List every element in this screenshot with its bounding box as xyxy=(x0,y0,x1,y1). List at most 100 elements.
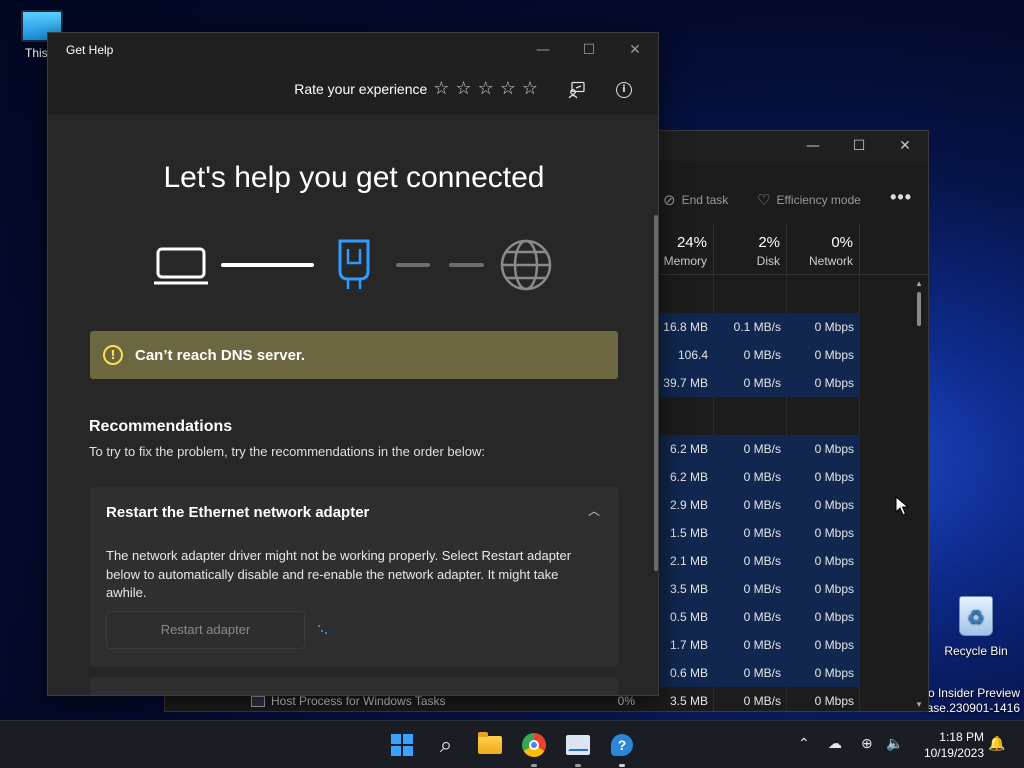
rate-label: Rate your experience xyxy=(294,81,428,97)
leaf-icon: ♡ xyxy=(757,191,771,209)
chrome-button[interactable] xyxy=(518,729,550,767)
file-explorer-button[interactable] xyxy=(474,729,506,761)
network-cell: 0 Mbps xyxy=(787,313,860,341)
close-icon[interactable]: ✕ xyxy=(612,33,658,67)
network-cell: 0 Mbps xyxy=(787,659,860,687)
disk-column-header[interactable]: 2% Disk xyxy=(714,225,787,275)
disk-cell: 0 MB/s xyxy=(714,575,787,603)
memory-cell: 1.5 MB xyxy=(659,519,714,547)
task-manager-scrollbar[interactable]: ▲ ▼ xyxy=(914,279,924,709)
network-cell: 0 Mbps xyxy=(787,575,860,603)
watermark-line-1: ro Insider Preview xyxy=(923,686,1020,700)
maximize-icon[interactable]: ☐ xyxy=(836,131,882,161)
get-help-icon: ? xyxy=(611,734,633,756)
search-icon: ⌕ xyxy=(439,732,453,758)
get-help-scrollbar[interactable] xyxy=(654,215,658,571)
globe-icon[interactable]: ⊕ xyxy=(861,735,873,752)
recycle-bin-desktop-icon[interactable]: Recycle Bin xyxy=(940,596,1012,658)
disk-cell: 0 MB/s xyxy=(714,491,787,519)
memory-cell: 0.6 MB xyxy=(659,659,714,687)
network-cell: 0 Mbps xyxy=(814,694,854,708)
scroll-up-icon[interactable]: ▲ xyxy=(914,279,924,288)
close-icon[interactable]: ✕ xyxy=(882,131,928,161)
page-title: Let's help you get connected xyxy=(163,161,545,194)
clock[interactable]: 1:18 PM 10/19/2023 xyxy=(914,729,984,761)
efficiency-mode-label: Efficiency mode xyxy=(776,193,861,207)
windows-logo-icon xyxy=(391,734,413,756)
star-4-icon[interactable]: ☆ xyxy=(500,80,516,98)
end-task-label: End task xyxy=(681,193,729,207)
get-help-content: Let's help you get connected ! Can’t rea… xyxy=(48,115,658,695)
disk-cell: 0 MB/s xyxy=(714,631,787,659)
minimize-icon[interactable]: — xyxy=(790,131,836,161)
search-button[interactable]: ⌕ xyxy=(430,729,462,761)
speaker-muted-icon[interactable]: 🔈 xyxy=(886,735,903,752)
next-recommendation-card[interactable] xyxy=(90,677,618,695)
star-2-icon[interactable]: ☆ xyxy=(455,80,471,98)
disk-cell: 0 MB/s xyxy=(714,341,787,369)
disk-cell: 0 MB/s xyxy=(714,659,787,687)
taskbar: ⌕ ? ⌃ ☁ ⊕ 🔈 1:18 PM 10/19/2023 🔔 xyxy=(0,720,1024,768)
mouse-cursor-icon xyxy=(895,496,909,516)
task-manager-button[interactable] xyxy=(562,729,594,767)
network-cell: 0 Mbps xyxy=(787,369,860,397)
chevron-up-icon[interactable]: ︿ xyxy=(588,502,600,519)
onedrive-icon[interactable]: ☁ xyxy=(828,735,842,752)
network-column-header[interactable]: 0% Network xyxy=(787,225,860,275)
star-1-icon[interactable]: ☆ xyxy=(433,80,449,98)
window-title: Get Help xyxy=(66,43,114,57)
card-title[interactable]: Restart the Ethernet network adapter xyxy=(106,504,369,521)
minimize-icon[interactable]: — xyxy=(520,33,566,67)
dns-error-alert: ! Can’t reach DNS server. xyxy=(90,331,618,379)
network-percent: 0% xyxy=(831,234,853,251)
info-icon[interactable]: i xyxy=(611,78,637,102)
memory-column-header[interactable]: 24% Memory xyxy=(659,225,714,275)
disk-cell: 0 MB/s xyxy=(714,519,787,547)
cpu-cell: 0% xyxy=(617,694,635,708)
disk-cell: 0 MB/s xyxy=(714,435,787,463)
warning-icon: ! xyxy=(103,345,123,365)
disk-label: Disk xyxy=(756,254,780,268)
card-description: The network adapter driver might not be … xyxy=(106,548,572,600)
efficiency-mode-button[interactable]: ♡ Efficiency mode xyxy=(757,191,861,209)
memory-cell: 6.2 MB xyxy=(659,435,714,463)
get-help-button[interactable]: ? xyxy=(606,729,638,767)
memory-cell: 106.4 MB xyxy=(659,341,714,390)
feedback-icon[interactable] xyxy=(564,78,590,102)
disk-cell: 0 MB/s xyxy=(714,369,787,397)
scroll-down-icon[interactable]: ▼ xyxy=(914,700,924,709)
network-cell: 0 Mbps xyxy=(787,435,860,463)
end-task-button[interactable]: ⊘ End task xyxy=(663,191,728,209)
star-5-icon[interactable]: ☆ xyxy=(522,80,538,98)
process-icon xyxy=(251,695,265,707)
disk-cell: 0 MB/s xyxy=(743,694,781,708)
memory-percent: 24% xyxy=(676,234,707,251)
memory-cell: 1.7 MB xyxy=(659,631,714,659)
scroll-thumb[interactable] xyxy=(917,292,921,326)
end-task-icon: ⊘ xyxy=(663,191,676,209)
network-cell: 0 Mbps xyxy=(787,341,860,369)
network-cell: 0 Mbps xyxy=(787,603,860,631)
connection-diagram xyxy=(154,239,552,291)
memory-cell: 39.7 MB xyxy=(659,369,714,397)
more-options-button[interactable]: ••• xyxy=(890,187,912,208)
loading-spinner-icon xyxy=(318,625,328,635)
folder-icon xyxy=(478,732,502,754)
start-button[interactable] xyxy=(386,729,418,761)
restart-adapter-button[interactable]: Restart adapter xyxy=(106,611,305,649)
alert-message: Can’t reach DNS server. xyxy=(135,346,306,364)
task-manager-icon xyxy=(566,735,590,755)
network-label: Network xyxy=(808,254,853,268)
network-cell: 0 Mbps xyxy=(787,631,860,659)
recommendations-heading: Recommendations xyxy=(89,418,233,435)
network-cell: 0 Mbps xyxy=(787,519,860,547)
memory-cell: 0.5 MB xyxy=(659,603,714,631)
notification-bell-icon[interactable]: 🔔 xyxy=(988,735,1005,752)
star-3-icon[interactable]: ☆ xyxy=(478,80,494,98)
ethernet-adapter-icon xyxy=(338,239,370,289)
recycle-bin-icon xyxy=(959,596,993,636)
process-name: Host Process for Windows Tasks xyxy=(251,694,446,708)
disk-cell: 0 MB/s xyxy=(714,547,787,575)
maximize-icon[interactable]: ☐ xyxy=(566,33,612,67)
chevron-up-icon[interactable]: ⌃ xyxy=(798,735,810,752)
